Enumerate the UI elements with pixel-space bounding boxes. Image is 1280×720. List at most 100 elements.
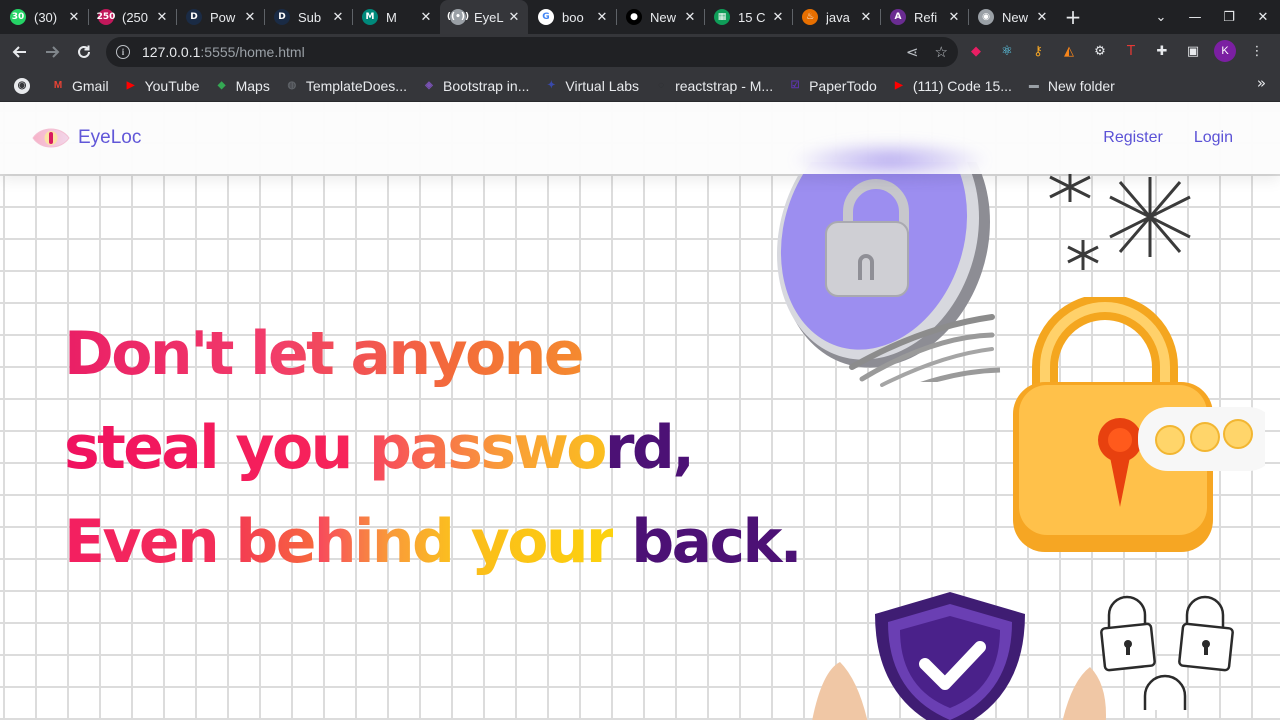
omnibox-actions: ⋖ ☆	[906, 43, 948, 61]
extensions-area: ◆ ⚛ ⚷ ◭ ⚙ T ✚ ▣ K ⋮	[966, 40, 1267, 62]
close-window-button[interactable]: ✕	[1246, 10, 1280, 25]
bookmark-item[interactable]: ▶ (111) Code 15...	[885, 73, 1018, 99]
bookmark-label: TemplateDoes...	[305, 77, 407, 94]
bookmark-item[interactable]: ◆ Maps	[208, 73, 276, 99]
reload-button[interactable]	[68, 36, 100, 68]
tab-search-icon[interactable]: ⌄	[1144, 10, 1178, 25]
tab-close-icon[interactable]: ✕	[506, 10, 522, 25]
restore-button[interactable]: ❐	[1212, 10, 1246, 25]
back-arrow-icon	[12, 46, 26, 58]
menu-kebab-icon[interactable]: ⋮	[1247, 41, 1267, 61]
browser-tab[interactable]: ◉ New ✕	[968, 0, 1056, 34]
angular-icon: A	[890, 9, 906, 25]
tab-close-icon[interactable]: ✕	[682, 10, 698, 25]
youtube-icon: ▶	[126, 80, 135, 91]
browser-tab[interactable]: ♨ java ✕	[792, 0, 880, 34]
shield-check-illustration	[812, 592, 1106, 720]
bookmark-label: (111) Code 15...	[912, 77, 1012, 94]
youtube-icon: ▶	[894, 80, 903, 91]
browser-toolbar: i 127.0.0.1:5555/home.html ⋖ ☆ ◆ ⚛ ⚷ ◭ ⚙…	[0, 34, 1280, 70]
tab-title: New	[650, 9, 677, 25]
tab-close-icon[interactable]: ✕	[1034, 10, 1050, 25]
new-tab-button[interactable]: +	[1056, 0, 1090, 34]
chrome-apps-icon: ◉	[14, 77, 30, 94]
address-bar[interactable]: i 127.0.0.1:5555/home.html ⋖ ☆	[106, 37, 958, 67]
bookmark-label: Virtual Labs	[565, 77, 640, 94]
key-extension-icon[interactable]: ⚷	[1028, 41, 1048, 61]
tab-close-icon[interactable]: ✕	[594, 10, 610, 25]
tab-title: New	[1002, 9, 1029, 25]
bookmark-label: YouTube	[144, 77, 200, 94]
bookmark-item[interactable]: ▶ YouTube	[117, 73, 206, 99]
bookmarks-overflow-icon[interactable]: »	[1257, 74, 1266, 92]
tab-close-icon[interactable]: ✕	[330, 10, 346, 25]
java-icon: ♨	[802, 9, 818, 25]
browser-tab[interactable]: ▦ 15 C ✕	[704, 0, 792, 34]
papertodo-icon: ☑	[790, 80, 800, 91]
bookmark-label: reactstrap - M...	[675, 77, 774, 94]
reload-icon	[78, 45, 90, 58]
outline-padlock-doodles-icon	[1100, 595, 1234, 710]
scribble-lines-illustration	[849, 314, 995, 387]
metamask-extension-icon[interactable]: ◭	[1059, 41, 1079, 61]
settings-extension-icon[interactable]: ⚙	[1090, 41, 1110, 61]
tab-close-icon[interactable]: ✕	[66, 10, 82, 25]
extensions-puzzle-icon[interactable]: ✚	[1152, 41, 1172, 61]
profile-avatar[interactable]: K	[1214, 40, 1236, 62]
bookmark-label: PaperTodo	[809, 77, 877, 94]
tab-title: (30)	[34, 9, 58, 25]
browser-tab[interactable]: 30 (30) ✕	[0, 0, 88, 34]
bookmark-item[interactable]: ✦ Virtual Labs	[537, 73, 645, 99]
bookmark-item[interactable]: ◌ reactstrap - M...	[647, 73, 779, 99]
share-icon[interactable]: ⋖	[906, 43, 919, 61]
broadcast-icon: ((•))	[447, 9, 469, 25]
bookmark-item[interactable]: ◈ Bootstrap in...	[415, 73, 535, 99]
url-text[interactable]: 127.0.0.1:5555/home.html	[142, 44, 305, 60]
app-badge-icon: 250	[97, 9, 115, 25]
register-link[interactable]: Register	[1103, 129, 1163, 147]
hero-line-2-part-b: passwo	[368, 413, 608, 483]
bookmarks-bar: ◉ M Gmail ▶ YouTube ◆ Maps ◍ TemplateDoes... ◈ Bo…	[0, 70, 1280, 102]
forward-button[interactable]	[36, 36, 68, 68]
tab-close-icon[interactable]: ✕	[418, 10, 434, 25]
bookmark-item[interactable]: ◍ TemplateDoes...	[278, 73, 413, 99]
browser-tab[interactable]: D Pow ✕	[176, 0, 264, 34]
tab-close-icon[interactable]: ✕	[858, 10, 874, 25]
react-devtools-extension-icon[interactable]: ⚛	[997, 41, 1017, 61]
hero-line-1: Don't let anyone	[64, 307, 800, 401]
todoist-extension-icon[interactable]: T	[1121, 41, 1141, 61]
sheets-icon: ▦	[714, 9, 730, 25]
bookmark-label: Gmail	[72, 77, 109, 94]
browser-tab[interactable]: ((•)) EyeL ✕	[440, 0, 528, 34]
bookmark-star-icon[interactable]: ☆	[935, 43, 948, 61]
back-button[interactable]	[4, 36, 36, 68]
tab-close-icon[interactable]: ✕	[242, 10, 258, 25]
browser-tab[interactable]: A Refi ✕	[880, 0, 968, 34]
google-icon: G	[538, 9, 554, 25]
minimize-button[interactable]: —	[1178, 10, 1212, 25]
hero-line-3-part-d: back.	[631, 507, 802, 577]
bookmark-label: Maps	[235, 77, 270, 94]
browser-tab[interactable]: ● New ✕	[616, 0, 704, 34]
apps-shortcut[interactable]: ◉	[8, 73, 42, 99]
bookmark-item[interactable]: M Gmail	[44, 73, 115, 99]
tab-title: boo	[562, 9, 584, 25]
tab-list: 30 (30) ✕ 250 (250 ✕ D Pow ✕ D Sub ✕ M M ✕ ((•)) EyeL ✕ Gb…	[0, 0, 1056, 34]
hero-line-3: Even behind your back.	[64, 495, 803, 589]
browser-tab[interactable]: Gboo ✕	[528, 0, 616, 34]
bookmark-item[interactable]: ☑ PaperTodo	[781, 73, 883, 99]
d-logo-icon: D	[274, 9, 290, 25]
tab-close-icon[interactable]: ✕	[154, 10, 170, 25]
side-panel-icon[interactable]: ▣	[1183, 41, 1203, 61]
tab-close-icon[interactable]: ✕	[770, 10, 786, 25]
browser-tab[interactable]: 250 (250 ✕	[88, 0, 176, 34]
browser-tab[interactable]: D Sub ✕	[264, 0, 352, 34]
browser-tab[interactable]: M M ✕	[352, 0, 440, 34]
login-link[interactable]: Login	[1194, 129, 1233, 147]
tab-close-icon[interactable]: ✕	[946, 10, 962, 25]
color-picker-extension-icon[interactable]: ◆	[966, 41, 986, 61]
bookmark-item[interactable]: ▬ New folder	[1020, 73, 1121, 99]
hero-line-3-part-c: your	[470, 507, 616, 577]
site-info-icon[interactable]: i	[116, 45, 130, 59]
brand-link[interactable]: EyeLoc	[32, 127, 141, 149]
